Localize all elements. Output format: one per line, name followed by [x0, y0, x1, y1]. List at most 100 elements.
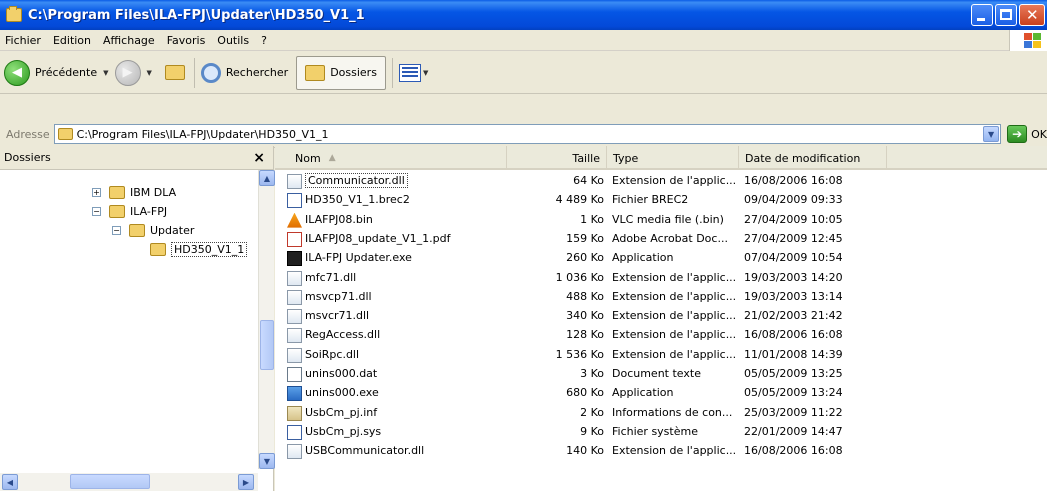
file-row[interactable]: UsbCm_pj.inf 2 Ko Informations de con... 25…: [275, 404, 1047, 423]
window-title: C:\Program Files\ILA-FPJ\Updater\HD350_V…: [28, 7, 365, 23]
file-row[interactable]: unins000.exe 680 Ko Application 05/05/2009 …: [275, 384, 1047, 403]
tree-item-ibm-dla[interactable]: + IBM DLA: [92, 183, 176, 201]
file-row[interactable]: USBCommunicator.dll 140 Ko Extension de l'…: [275, 442, 1047, 461]
tree-item-ila-fpj[interactable]: − ILA-FPJ: [92, 202, 167, 220]
folders-pane-header: Dossiers ×: [0, 146, 273, 170]
menu-edition[interactable]: Edition: [47, 34, 97, 47]
collapse-icon[interactable]: −: [112, 225, 121, 235]
up-folder-icon[interactable]: [162, 61, 188, 85]
collapse-icon[interactable]: −: [92, 206, 101, 216]
file-row[interactable]: ILA-FPJ Updater.exe 260 Ko Application 07/0…: [275, 249, 1047, 268]
file-row[interactable]: msvcr71.dll 340 Ko Extension de l'applic..…: [275, 307, 1047, 326]
file-row[interactable]: UsbCm_pj.sys 9 Ko Fichier système 22/01/200…: [275, 423, 1047, 442]
inf-icon: [287, 405, 302, 421]
dll-icon: [287, 347, 302, 363]
file-row[interactable]: SoiRpc.dll 1 536 Ko Extension de l'applic.…: [275, 346, 1047, 365]
menu-bar: Fichier Edition Affichage Favoris Outils…: [0, 30, 1047, 51]
back-button-label[interactable]: Précédente: [35, 66, 97, 79]
file-date: 07/04/2009 10:54: [744, 251, 843, 265]
forward-arrow-icon[interactable]: ▶: [114, 59, 141, 86]
file-type: Extension de l'applic...: [612, 270, 737, 284]
windows-logo-icon: [1009, 30, 1047, 51]
installer-icon: [287, 386, 302, 402]
folders-button[interactable]: Dossiers: [296, 55, 386, 90]
tree-item-updater[interactable]: − Updater: [112, 221, 194, 239]
file-size: 159 Ko: [566, 231, 604, 245]
views-dropdown-icon[interactable]: ▼: [423, 69, 428, 77]
scroll-down-icon[interactable]: ▼: [259, 453, 275, 469]
file-type: Application: [612, 251, 674, 265]
file-date: 09/04/2009 09:33: [744, 193, 843, 207]
menu-fichier[interactable]: Fichier: [0, 34, 47, 47]
maximize-button[interactable]: [995, 4, 1017, 26]
dll-icon: [287, 174, 302, 189]
file-type: Extension de l'applic...: [612, 289, 737, 303]
column-header-name[interactable]: Nom ▲: [275, 146, 507, 170]
menu-affichage[interactable]: Affichage: [97, 34, 161, 47]
file-size: 2 Ko: [580, 405, 604, 419]
tree-item-label: IBM DLA: [130, 185, 177, 199]
search-button[interactable]: Rechercher: [200, 62, 288, 83]
file-size: 488 Ko: [566, 289, 604, 303]
file-name: UsbCm_pj.sys: [305, 424, 382, 438]
dll-icon: [287, 444, 302, 460]
dll-icon: [287, 270, 302, 286]
forward-dropdown-icon[interactable]: ▼: [147, 69, 152, 77]
file-type: Fichier système: [612, 424, 698, 438]
file-type: VLC media file (.bin): [612, 212, 724, 226]
file-type: Application: [612, 386, 674, 400]
dll-icon: [287, 328, 302, 344]
vlc-cone-icon: [287, 212, 302, 228]
expand-icon[interactable]: +: [92, 187, 101, 197]
tree-item-label: HD350_V1_1: [171, 241, 248, 257]
horizontal-scrollbar[interactable]: ◀ ▶: [0, 473, 258, 491]
file-date: 22/01/2009 14:47: [744, 424, 843, 438]
scroll-thumb[interactable]: [260, 320, 274, 370]
file-row[interactable]: RegAccess.dll 128 Ko Extension de l'applic…: [275, 326, 1047, 345]
close-pane-icon[interactable]: ×: [253, 150, 265, 166]
scroll-right-icon[interactable]: ▶: [238, 474, 254, 490]
address-input[interactable]: C:\Program Files\ILA-FPJ\Updater\HD350_V…: [53, 124, 1002, 144]
back-dropdown-icon[interactable]: ▼: [103, 69, 108, 77]
title-bar[interactable]: C:\Program Files\ILA-FPJ\Updater\HD350_V…: [0, 0, 1047, 30]
menu-help[interactable]: ?: [255, 34, 273, 47]
scroll-up-icon[interactable]: ▲: [259, 170, 275, 186]
address-bar: Adresse C:\Program Files\ILA-FPJ\Updater…: [0, 121, 1047, 148]
file-size: 340 Ko: [566, 309, 604, 323]
column-header-type[interactable]: Type: [607, 146, 739, 170]
views-icon[interactable]: [398, 63, 421, 82]
menu-favoris[interactable]: Favoris: [161, 34, 212, 47]
folders-button-label: Dossiers: [330, 66, 377, 79]
file-type: Extension de l'applic...: [612, 309, 737, 323]
tree-item-label: ILA-FPJ: [130, 204, 168, 218]
file-row[interactable]: mfc71.dll 1 036 Ko Extension de l'applic..…: [275, 269, 1047, 288]
file-name: HD350_V1_1.brec2: [305, 193, 410, 207]
file-row[interactable]: ILAFPJ08_update_V1_1.pdf 159 Ko Adobe Acro…: [275, 230, 1047, 249]
close-button[interactable]: ✕: [1019, 4, 1045, 26]
sys-file-icon: [287, 424, 302, 440]
scroll-thumb[interactable]: [70, 474, 150, 489]
pdf-icon: [287, 231, 302, 247]
column-header-size[interactable]: Taille: [507, 146, 607, 170]
minimize-button[interactable]: [971, 4, 993, 26]
menu-outils[interactable]: Outils: [211, 34, 255, 47]
file-row[interactable]: ILAFPJ08.bin 1 Ko VLC media file (.bin) 27/…: [275, 211, 1047, 230]
file-type: Document texte: [612, 367, 701, 380]
file-row[interactable]: unins000.dat 3 Ko Document texte 05/05/2009…: [275, 365, 1047, 384]
tree-item-hd350-v1-1[interactable]: HD350_V1_1: [150, 240, 248, 258]
scroll-left-icon[interactable]: ◀: [2, 474, 18, 490]
address-dropdown-icon[interactable]: ▼: [983, 126, 1000, 142]
file-row[interactable]: HD350_V1_1.brec2 4 489 Ko Fichier BREC2 09/…: [275, 191, 1047, 210]
folders-icon: [305, 64, 326, 81]
tree-item-label: Updater: [150, 223, 195, 237]
column-header-label: Nom: [295, 151, 321, 165]
file-row[interactable]: Communicator.dll 64 Ko Extension de l'appl…: [275, 172, 1047, 191]
dll-icon: [287, 289, 302, 305]
toolbar-divider-2: [391, 57, 393, 88]
file-name: SoiRpc.dll: [305, 347, 360, 361]
column-header-date[interactable]: Date de modification: [739, 146, 887, 170]
go-button[interactable]: ➔ OK: [1007, 125, 1047, 143]
vertical-scrollbar[interactable]: ▲ ▼: [258, 170, 275, 469]
file-row[interactable]: msvcp71.dll 488 Ko Extension de l'applic..…: [275, 288, 1047, 307]
back-arrow-icon[interactable]: ◀: [4, 59, 30, 86]
